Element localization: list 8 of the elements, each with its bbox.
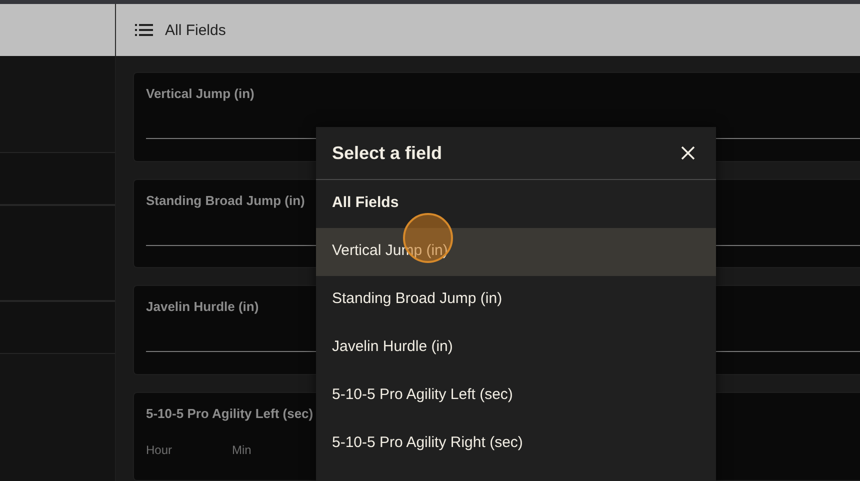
field-label: Standing Broad Jump (in) xyxy=(146,192,305,208)
header-title: All Fields xyxy=(165,22,226,38)
field-label: 5-10-5 Pro Agility Left (sec) xyxy=(146,406,314,420)
dialog-title: Select a field xyxy=(332,142,442,164)
time-part-label: Min xyxy=(232,442,252,456)
field-label: Vertical Jump (in) xyxy=(146,86,254,101)
time-part-label: Hour xyxy=(146,442,172,456)
field-label: Javelin Hurdle (in) xyxy=(146,299,259,314)
